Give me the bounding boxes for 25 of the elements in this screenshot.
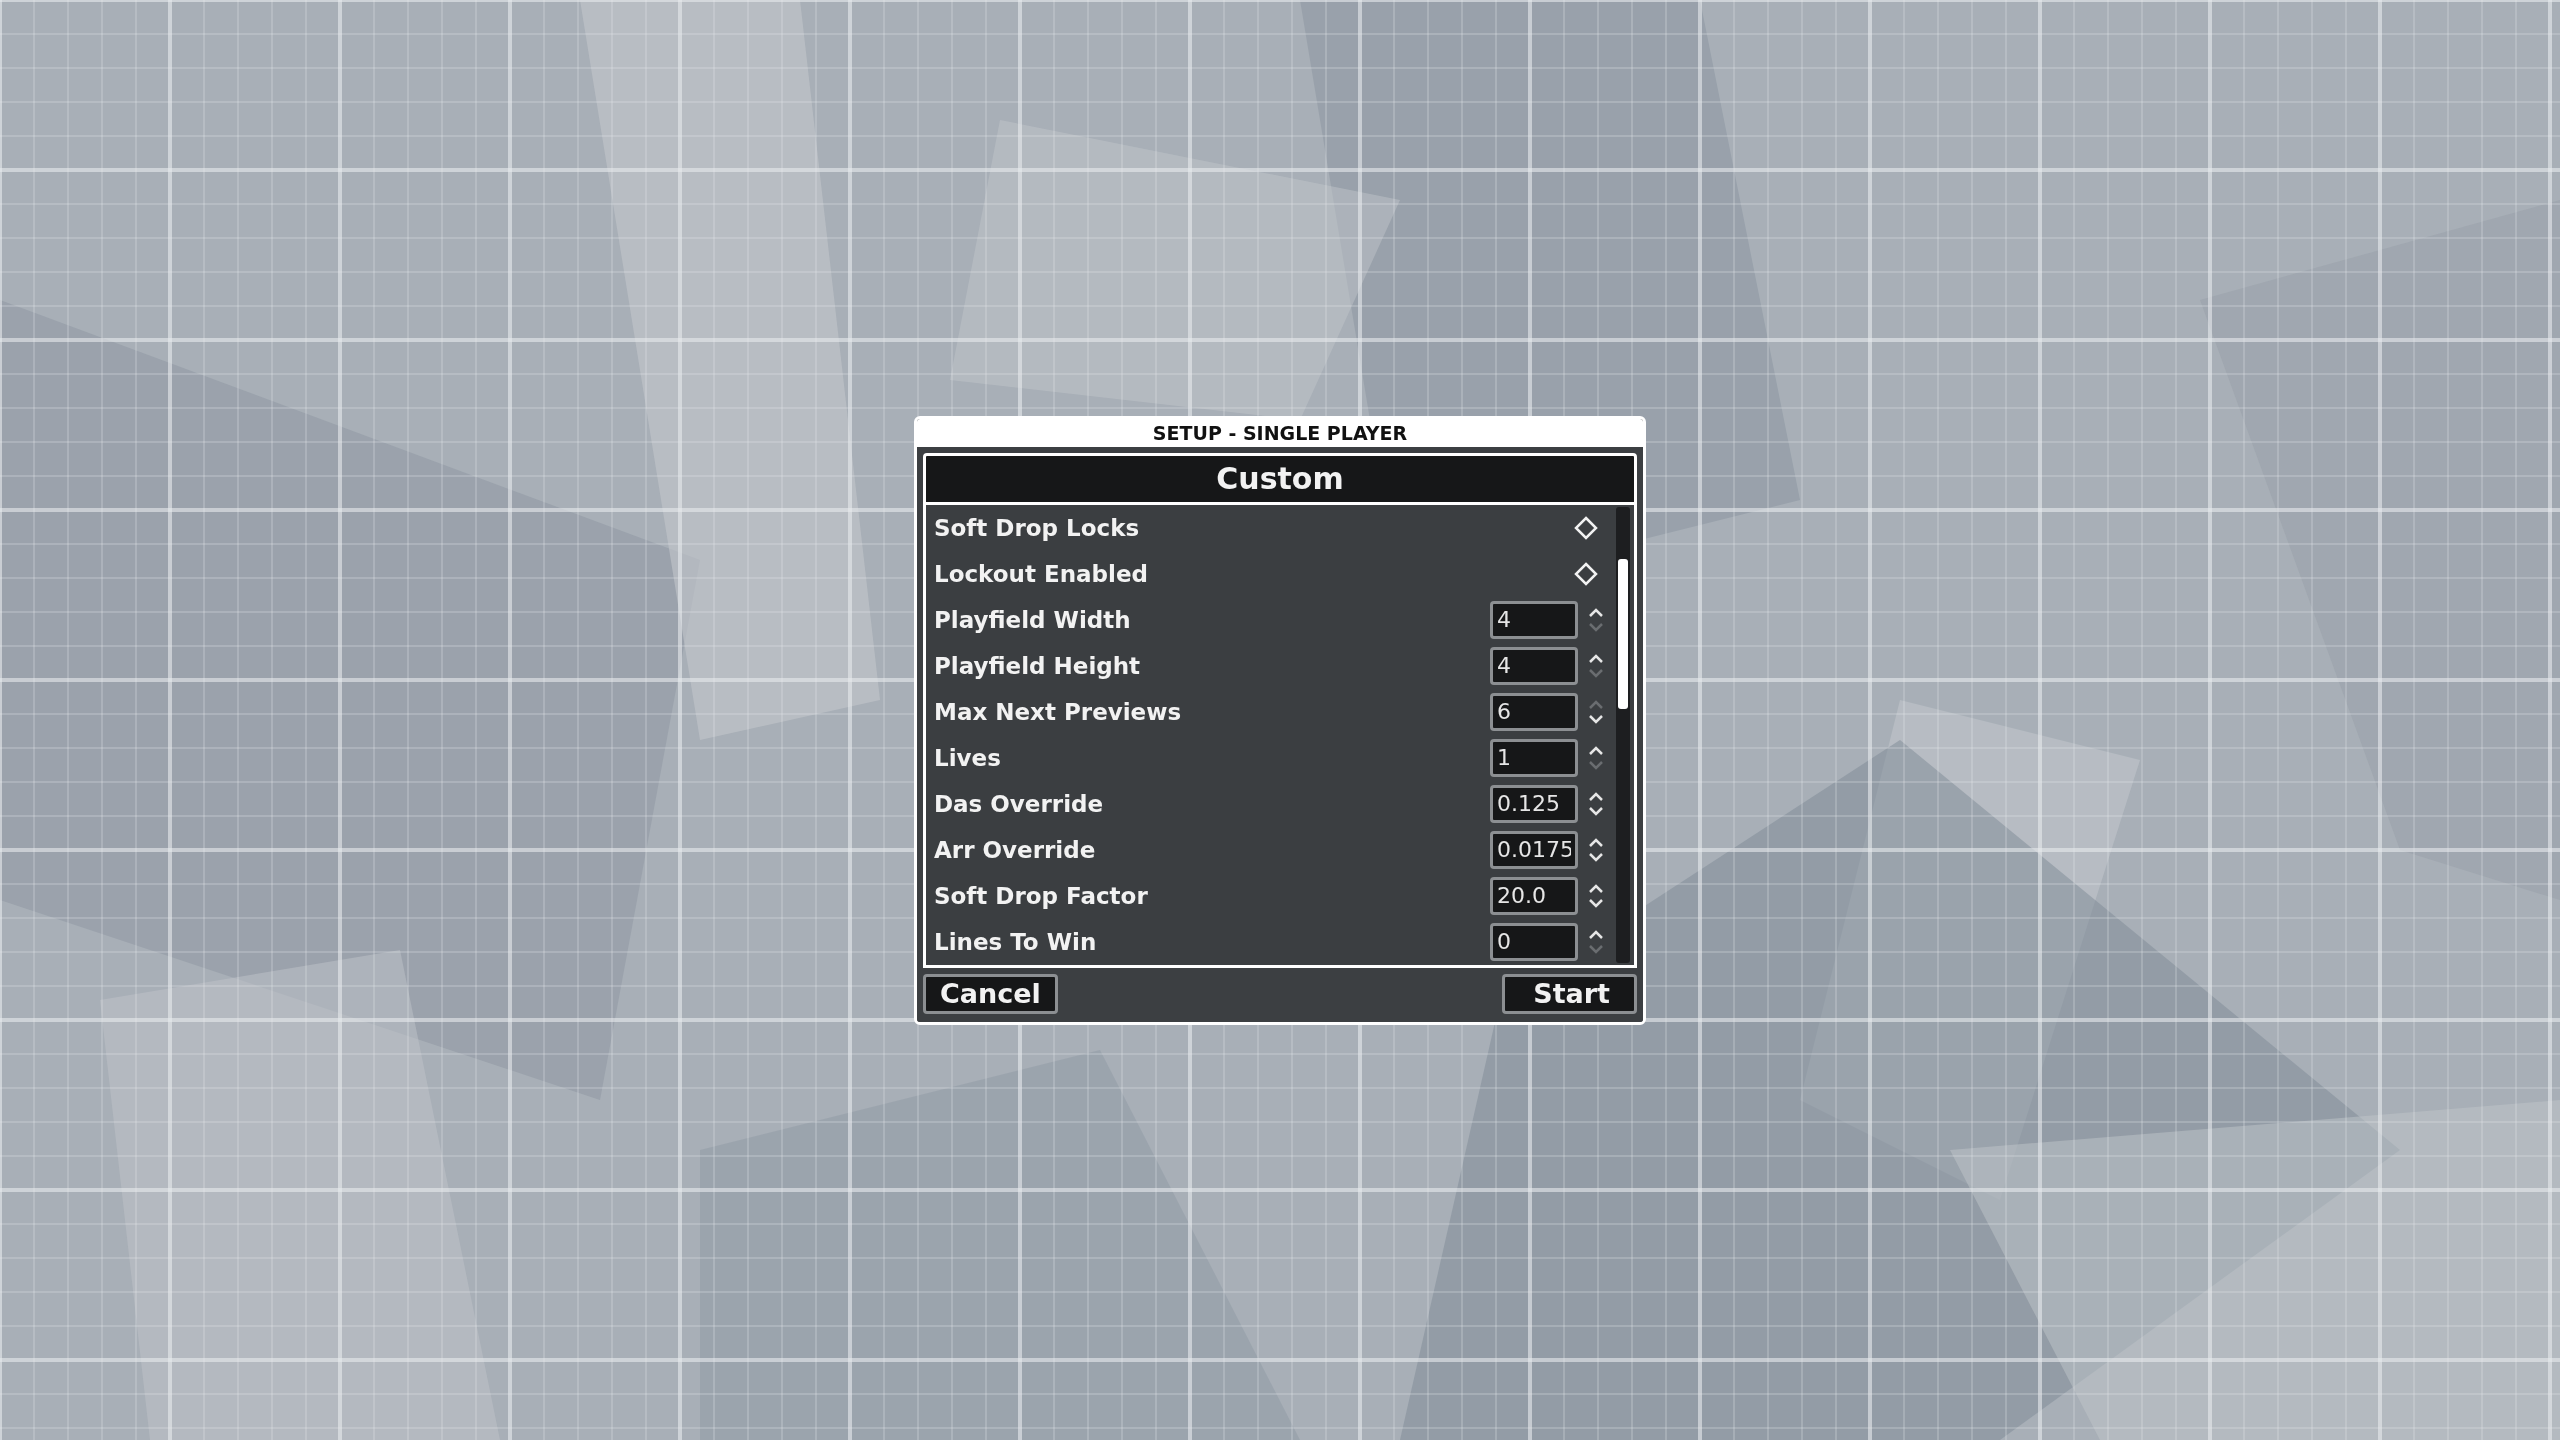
number-field[interactable]: 4 xyxy=(1490,600,1578,639)
toggle-diamond[interactable] xyxy=(1574,561,1598,586)
setting-label: Lives xyxy=(934,744,1001,771)
number-field[interactable]: 1 xyxy=(1490,738,1578,777)
setting-label: Das Override xyxy=(934,790,1104,817)
number-field[interactable]: 6 xyxy=(1490,692,1578,731)
setting-label: Soft Drop Factor xyxy=(934,882,1148,909)
start-button[interactable]: Start xyxy=(1502,973,1637,1014)
setting-label: Soft Drop Locks xyxy=(934,514,1140,541)
setting-label: Playfield Height xyxy=(934,652,1141,679)
dialog-title: SETUP - SINGLE PLAYER xyxy=(917,418,1643,447)
toggle-diamond[interactable] xyxy=(1574,515,1598,540)
scrollbar-thumb[interactable] xyxy=(1618,558,1628,709)
scrollbar[interactable] xyxy=(1616,506,1630,963)
setting-label: Max Next Previews xyxy=(934,698,1182,725)
number-field[interactable]: 0 xyxy=(1490,922,1578,961)
setting-label: Playfield Width xyxy=(934,606,1131,633)
number-field[interactable]: 0.125 xyxy=(1490,784,1578,823)
setting-label: Arr Override xyxy=(934,836,1096,863)
number-field[interactable]: 4 xyxy=(1490,646,1578,685)
cancel-button[interactable]: Cancel xyxy=(923,973,1058,1014)
number-field[interactable]: 20.0 xyxy=(1490,876,1578,915)
preset-heading: Custom xyxy=(923,452,1637,505)
setting-label: Lines To Win xyxy=(934,928,1097,955)
setting-label: Lockout Enabled xyxy=(934,560,1148,587)
